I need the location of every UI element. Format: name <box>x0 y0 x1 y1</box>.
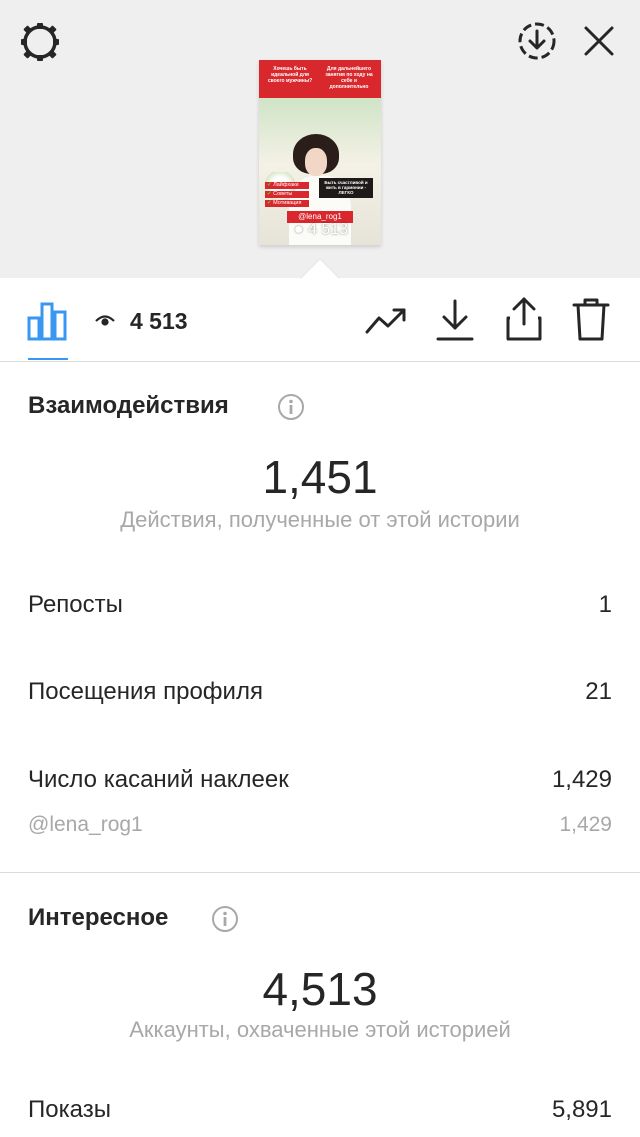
trend-icon[interactable] <box>364 304 408 338</box>
story-tag-text: Быть счастливой и жить в гармонии - ЛЕГК… <box>319 178 373 198</box>
insights-toolbar: 4 513 <box>0 278 640 362</box>
download-circle-icon[interactable] <box>516 20 558 62</box>
close-icon[interactable] <box>580 22 618 60</box>
bar-chart-icon[interactable] <box>26 300 68 342</box>
row-value-profile-visits: 21 <box>585 678 612 705</box>
row-value-impressions: 5,891 <box>551 1096 612 1123</box>
discovery-caption: Аккаунты, охваченные этой историей <box>129 1017 511 1042</box>
interactions-caption: Действия, полученные от этой истории <box>120 507 520 532</box>
views-count: 4 513 <box>130 308 188 334</box>
thumb-eye-icon: ● <box>293 221 309 238</box>
discovery-title: Интересное <box>28 904 169 931</box>
thumb-views-text: 4 513 <box>308 221 349 238</box>
story-list-item: Советы <box>265 191 309 198</box>
story-view-count: ● 4 513 <box>281 221 361 239</box>
story-preview-area: Хочешь быть идеальной для своего мужчины… <box>0 0 640 278</box>
row-value-reposts: 1 <box>598 591 612 618</box>
sticker-handle-label[interactable]: @lena_rog1 <box>28 812 143 838</box>
gear-icon[interactable] <box>18 20 62 64</box>
trash-icon[interactable] <box>572 296 610 342</box>
story-list: Лайфхаки Советы Мотивация <box>265 182 313 209</box>
info-icon[interactable] <box>277 393 305 421</box>
interactions-total: 1,451 <box>262 451 378 503</box>
photo-face <box>305 148 327 176</box>
section-divider <box>0 872 640 873</box>
download-icon[interactable] <box>436 298 474 342</box>
info-icon[interactable] <box>211 905 239 933</box>
interactions-title: Взаимодействия <box>28 392 229 419</box>
eye-icon <box>95 315 115 326</box>
story-list-item: Лайфхаки <box>265 182 309 189</box>
story-caption-left: Хочешь быть идеальной для своего мужчины… <box>267 66 313 84</box>
row-label-impressions: Показы <box>28 1096 111 1123</box>
row-label-sticker-taps: Число касаний наклеек <box>28 766 289 793</box>
story-insights-screen: Хочешь быть идеальной для своего мужчины… <box>0 0 640 1137</box>
discovery-total: 4,513 <box>262 963 378 1015</box>
row-label-reposts: Репосты <box>28 591 123 618</box>
story-caption-right: Для дальнейшего занятия по ходу на себе … <box>325 66 373 90</box>
row-label-profile-visits: Посещения профиля <box>28 678 263 705</box>
story-list-item: Мотивация <box>265 200 309 207</box>
sticker-handle-value: 1,429 <box>559 813 612 836</box>
active-tab-indicator <box>28 358 68 360</box>
share-icon[interactable] <box>504 296 544 342</box>
row-value-sticker-taps: 1,429 <box>551 766 612 793</box>
story-thumbnail[interactable]: Хочешь быть идеальной для своего мужчины… <box>259 60 381 245</box>
